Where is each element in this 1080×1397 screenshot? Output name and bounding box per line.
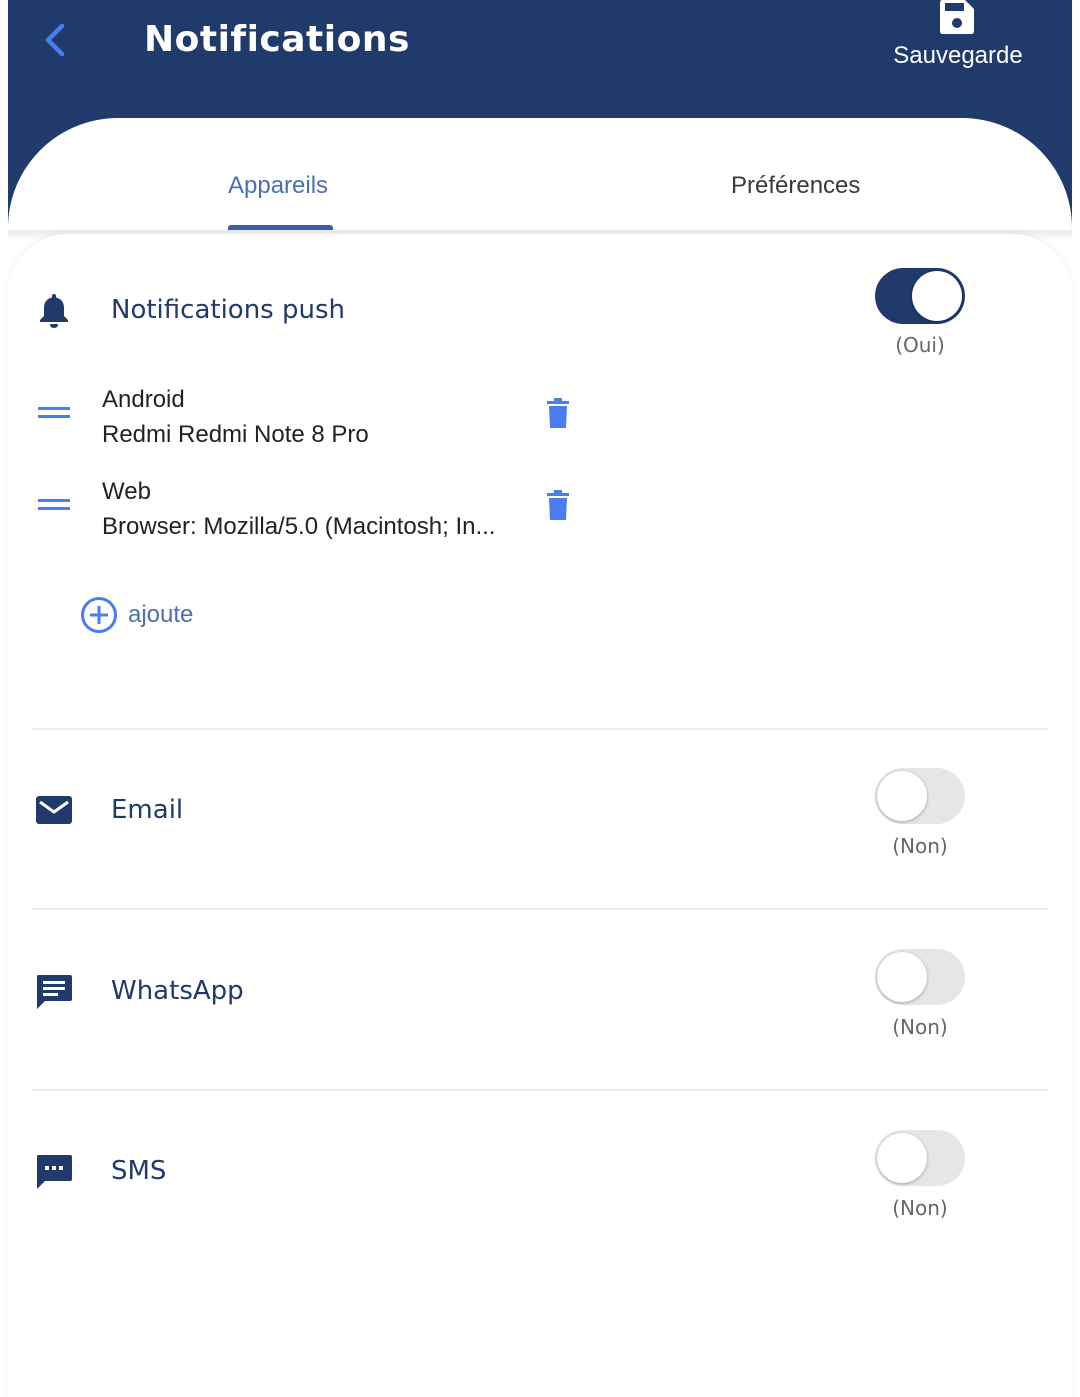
email-toggle[interactable]: [875, 768, 965, 824]
trash-icon[interactable]: [545, 490, 571, 520]
whatsapp-title: WhatsApp: [111, 976, 244, 1006]
back-button[interactable]: [30, 14, 82, 66]
tab-bar: Appareils Préférences: [8, 118, 1072, 230]
sms-state: (Non): [892, 1196, 948, 1220]
device-name: Redmi Redmi Note 8 Pro: [102, 421, 369, 448]
plus-circle-icon: [80, 596, 118, 634]
save-button[interactable]: Sauvegarde: [878, 0, 1038, 80]
divider: [32, 908, 1048, 910]
email-state: (Non): [892, 834, 948, 858]
push-state: (Oui): [895, 333, 945, 357]
floppy-disk-icon: [940, 0, 974, 34]
sms-toggle[interactable]: [875, 1130, 965, 1186]
email-title: Email: [111, 795, 184, 825]
drag-handle-icon[interactable]: [38, 404, 70, 424]
page-title: Notifications: [144, 19, 410, 60]
whatsapp-state: (Non): [892, 1015, 948, 1039]
add-device-button[interactable]: ajoute: [80, 596, 280, 636]
content-sheet: Appareils Préférences Notifications push…: [8, 118, 1072, 1397]
divider: [32, 1089, 1048, 1091]
drag-handle-icon[interactable]: [38, 496, 70, 516]
push-title: Notifications push: [111, 295, 345, 325]
notifications-screen: Notifications Sauvegarde Appareils Préfé…: [0, 0, 1080, 1397]
divider: [32, 728, 1048, 730]
chevron-left-icon: [45, 23, 65, 57]
envelope-icon: [34, 790, 74, 830]
sms-dots-icon: [34, 1151, 74, 1191]
tab-appareils[interactable]: Appareils: [228, 168, 328, 204]
toggle-knob: [877, 1133, 927, 1183]
add-device-label: ajoute: [128, 601, 194, 628]
tab-preferences[interactable]: Préférences: [731, 168, 860, 204]
toggle-knob: [877, 771, 927, 821]
channels-panel: Notifications push (Oui) Android Redmi R…: [8, 234, 1072, 1397]
device-type: Web: [102, 478, 151, 505]
push-toggle[interactable]: [875, 268, 965, 324]
device-name: Browser: Mozilla/5.0 (Macintosh; In...: [102, 513, 496, 540]
device-item: Android Redmi Redmi Note 8 Pro: [8, 382, 608, 462]
toggle-knob: [912, 271, 962, 321]
toggle-knob: [877, 952, 927, 1002]
trash-icon[interactable]: [545, 398, 571, 428]
sms-title: SMS: [111, 1156, 167, 1186]
device-item: Web Browser: Mozilla/5.0 (Macintosh; In.…: [8, 474, 608, 554]
save-label: Sauvegarde: [893, 42, 1023, 69]
message-text-icon: [34, 971, 74, 1011]
device-type: Android: [102, 386, 185, 413]
whatsapp-toggle[interactable]: [875, 949, 965, 1005]
bell-icon: [34, 290, 74, 330]
